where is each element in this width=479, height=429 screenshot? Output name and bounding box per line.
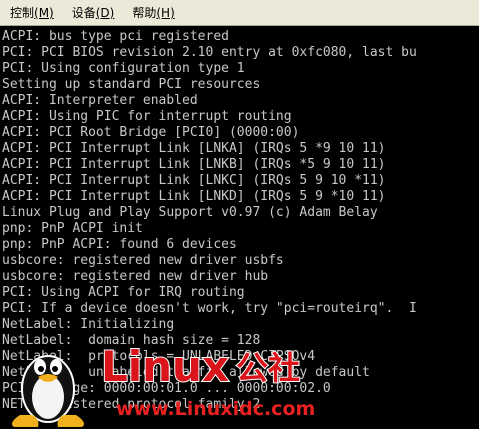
menu-control[interactable]: 控制(M) [3,2,61,23]
console-line: ACPI: PCI Root Bridge [PCI0] (0000:00) [2,125,300,140]
console-line: PCI: Using configuration type 1 [2,61,245,76]
console-line: NET: Registered protocol family 2 [2,397,261,412]
console-line: ACPI: PCI Interrupt Link [LNKD] (IRQs 5 … [2,189,386,204]
console-line: NetLabel: unlabeled traffic allowed by d… [2,365,370,380]
boot-console[interactable]: ACPI: bus type pci registered PCI: PCI B… [0,27,479,429]
menu-devices[interactable]: 设备(D) [65,2,122,23]
menu-help[interactable]: 帮助(H) [125,2,181,23]
console-line: ACPI: bus type pci registered [2,29,229,44]
menu-devices-label: 设备 [71,6,96,20]
menu-control-label: 控制 [10,6,35,20]
console-line: PCI: PCI BIOS revision 2.10 entry at 0xf… [2,45,417,60]
console-line: usbcore: registered new driver hub [2,269,269,284]
console-line: ACPI: PCI Interrupt Link [LNKA] (IRQs 5 … [2,141,386,156]
console-line: ACPI: Using PIC for interrupt routing [2,109,292,124]
console-line: PCI: Bridge: 0000:00:01.0 ... 0000:00:02… [2,381,331,396]
console-line: PCI: Using ACPI for IRQ routing [2,285,245,300]
console-line: NetLabel: Initializing [2,317,175,332]
menu-help-hotkey: (H) [156,6,175,20]
console-line: pnp: PnP ACPI: found 6 devices [2,237,237,252]
console-line: pnp: PnP ACPI init [2,221,143,236]
console-line: ACPI: PCI Interrupt Link [LNKB] (IRQs *5… [2,157,386,172]
console-line: Linux Plug and Play Support v0.97 (c) Ad… [2,205,378,220]
menu-control-hotkey: (M) [34,6,54,20]
console-line: NetLabel: protocols = UNLABELED CIPSOv4 [2,349,316,364]
menu-help-label: 帮助 [132,6,157,20]
menu-devices-hotkey: (D) [95,6,115,20]
menu-bar: 控制(M) 设备(D) 帮助(H) [0,0,479,26]
console-line: usbcore: registered new driver usbfs [2,253,284,268]
vm-console-window: 控制(M) 设备(D) 帮助(H) ACPI: bus type pci reg… [0,0,479,429]
console-line: ACPI: Interpreter enabled [2,93,198,108]
console-line: ACPI: PCI Interrupt Link [LNKC] (IRQs 5 … [2,173,386,188]
console-line: Setting up standard PCI resources [2,77,261,92]
console-line: PCI: If a device doesn't work, try "pci=… [2,301,417,316]
console-line: NetLabel: domain hash size = 128 [2,333,261,348]
